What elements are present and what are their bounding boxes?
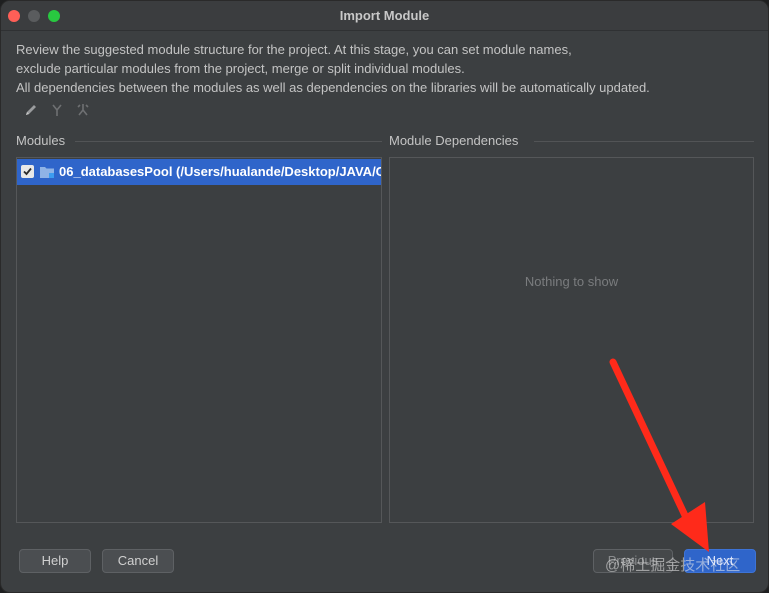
instructions-line-2: exclude particular modules from the proj…	[16, 61, 465, 76]
pencil-icon[interactable]	[23, 102, 39, 118]
module-row[interactable]: 06_databasesPool (/Users/hualande/Deskto…	[17, 159, 381, 185]
instructions-line-1: Review the suggested module structure fo…	[16, 42, 572, 57]
modules-separator	[75, 141, 382, 142]
dialog-title: Import Module	[339, 8, 430, 23]
help-button[interactable]: Help	[19, 549, 91, 573]
modules-list[interactable]: 06_databasesPool (/Users/hualande/Deskto…	[16, 157, 382, 523]
module-dependencies-list[interactable]: Nothing to show	[389, 157, 754, 523]
empty-state-text: Nothing to show	[524, 274, 619, 289]
dependencies-separator	[534, 141, 754, 142]
previous-button[interactable]: Previous	[593, 549, 673, 573]
module-folder-icon	[39, 165, 55, 179]
import-module-dialog: Import Module Review the suggested modul…	[0, 0, 769, 593]
module-name: 06_databasesPool (/Users/hualande/Deskto…	[59, 164, 381, 179]
module-dependencies-label: Module Dependencies	[389, 133, 519, 148]
modules-label: Modules	[16, 133, 66, 148]
next-button[interactable]: Next	[684, 549, 756, 573]
merge-icon[interactable]	[49, 102, 65, 118]
instructions-line-3: All dependencies between the modules as …	[16, 80, 650, 95]
split-icon[interactable]	[75, 102, 91, 118]
title-bar: Import Module	[1, 1, 768, 31]
cancel-button[interactable]: Cancel	[102, 549, 174, 573]
module-checkbox[interactable]	[21, 165, 34, 178]
instructions-text: Review the suggested module structure fo…	[16, 40, 716, 97]
